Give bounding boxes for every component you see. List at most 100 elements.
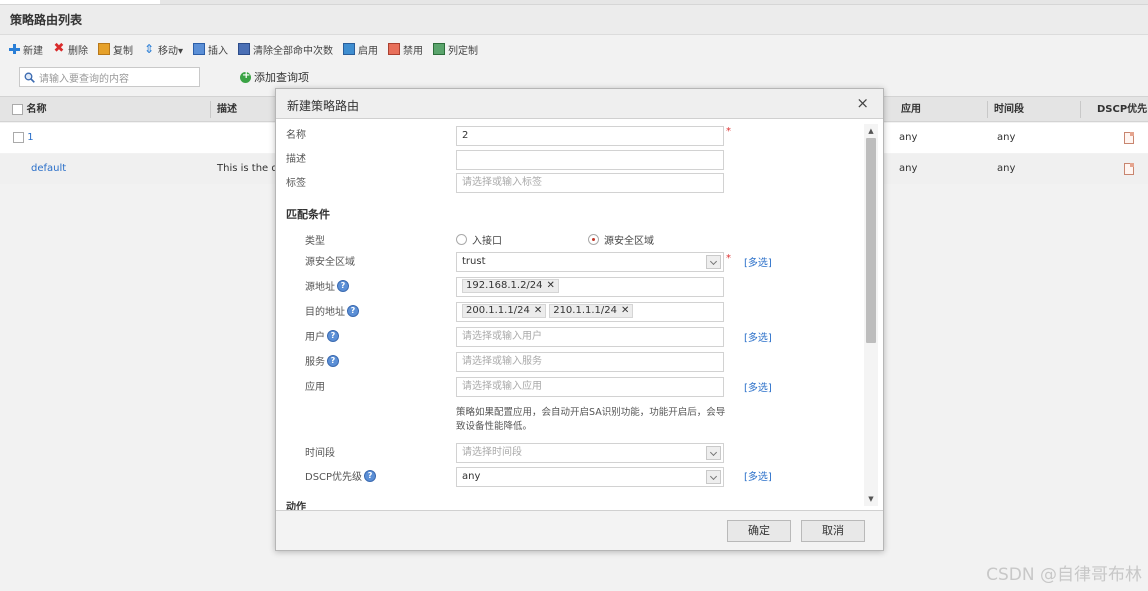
service-field[interactable]: 请选择或输入服务 [456,352,724,372]
dst-addr-label: 目的地址 [305,307,345,318]
row-checkbox-cell: 1 [13,123,34,153]
insert-button[interactable]: 插入 [193,42,228,57]
delete-button[interactable]: ✖ 删除 [53,42,88,57]
add-circle-icon [240,70,251,83]
src-zone-value: trust [462,256,486,267]
row-desc: This is the d [217,163,278,174]
search-icon [24,72,35,83]
desc-field[interactable] [456,150,724,170]
toolbar: 新建 ✖ 删除 复制 ⇕ 移动▾ 插入 清除全部命中次数 启用 禁用 列定制 [0,36,1148,62]
required-mark: * [726,126,731,137]
dscp-select[interactable]: any [456,467,724,487]
plus-icon [8,43,20,55]
search-row: 请输入要查询的内容 添加查询项 [0,64,1148,90]
new-button[interactable]: 新建 [8,42,43,57]
help-icon[interactable]: ? [327,329,339,342]
header-name[interactable]: 名称 [26,104,46,115]
column-separator[interactable] [987,101,988,118]
chevron-down-icon[interactable] [706,470,721,484]
copy-button[interactable]: 复制 [98,42,133,57]
dst-addr-field[interactable]: 200.1.1.1/24 ✕ 210.1.1.1/24 ✕ [456,302,724,322]
src-zone-select[interactable]: trust [456,252,724,272]
copy-label: 复制 [113,45,133,57]
columns-icon [433,43,446,55]
search-placeholder: 请输入要查询的内容 [39,73,129,85]
app-field[interactable]: 请选择或输入应用 [456,377,724,397]
row-name: default [31,154,66,184]
tag-field[interactable]: 请选择或输入标签 [456,173,724,193]
tag-text: 192.168.1.2/24 [466,280,543,291]
help-icon[interactable]: ? [364,469,377,482]
help-icon[interactable]: ? [347,304,359,317]
match-section-title: 匹配条件 [286,208,330,221]
disable-button[interactable]: 禁用 [388,42,423,57]
header-time[interactable]: 时间段 [990,97,1024,122]
time-placeholder: 请选择时间段 [462,447,522,458]
radio-label: 源安全区域 [604,236,654,247]
active-tab-indicator [0,0,160,4]
time-select[interactable]: 请选择时间段 [456,443,724,463]
multi-select-link[interactable]: [多选] [744,379,772,394]
type-radio-in-interface[interactable]: 入接口 [456,232,502,247]
document-icon[interactable] [1124,163,1134,175]
multi-select-link[interactable]: [多选] [744,468,772,483]
close-icon[interactable]: × [856,94,869,112]
dialog-title: 新建策略路由 [287,99,360,113]
app-warning-note: 策略如果配置应用，会自动开启SA识别功能，功能开启后，会导致设备性能降低。 [456,407,726,432]
address-tag: 210.1.1.1/24 ✕ [549,304,634,318]
insert-icon [193,43,206,55]
enable-label: 启用 [358,45,379,57]
scroll-thumb[interactable] [866,138,876,343]
help-icon[interactable]: ? [337,279,349,292]
ok-button[interactable]: 确定 [727,520,791,542]
search-input[interactable]: 请输入要查询的内容 [19,67,200,87]
remove-tag-icon[interactable]: ✕ [621,304,629,318]
scroll-down-icon[interactable]: ▼ [864,492,878,506]
user-field[interactable]: 请选择或输入用户 [456,327,724,347]
type-radio-src-zone[interactable]: 源安全区域 [588,232,654,247]
dst-addr-label-wrap: 目的地址? [305,303,359,318]
required-mark: * [726,253,731,264]
help-icon[interactable]: ? [327,354,339,367]
multi-select-link[interactable]: [多选] [744,254,772,269]
remove-tag-icon[interactable]: ✕ [547,279,555,293]
columns-label: 列定制 [448,45,479,57]
document-icon[interactable] [1124,132,1134,144]
dialog-body: 名称 2 * 描述 标签 请选择或输入标签 匹配条件 类型 入接口 源安全区域 … [276,120,883,510]
page-title: 策略路由列表 [0,5,1148,35]
row-time: any [997,132,1016,143]
enable-button[interactable]: 启用 [343,42,378,57]
column-separator[interactable] [1080,101,1081,118]
name-field[interactable]: 2 [456,126,724,146]
cancel-button[interactable]: 取消 [801,520,865,542]
header-dscp[interactable]: DSCP优先 [1093,97,1147,122]
move-button[interactable]: ⇕ 移动▾ [143,42,183,57]
chevron-down-icon[interactable] [706,446,721,460]
dialog-header: 新建策略路由 × [276,89,883,119]
clear-hits-label: 清除全部命中次数 [253,45,334,57]
row-name[interactable]: 1 [27,132,33,143]
row-dscp-cell [1124,154,1134,184]
row-app: any [899,132,918,143]
src-addr-field[interactable]: 192.168.1.2/24 ✕ [456,277,724,297]
columns-button[interactable]: 列定制 [433,42,478,57]
remove-tag-icon[interactable]: ✕ [534,304,542,318]
header-desc[interactable]: 描述 [213,97,237,122]
radio-button [456,234,467,245]
clear-hits-button[interactable]: 清除全部命中次数 [238,42,333,57]
move-arrows-icon: ⇕ [143,42,155,56]
new-policy-route-dialog: 新建策略路由 × 名称 2 * 描述 标签 请选择或输入标签 匹配条件 类型 入… [275,88,884,551]
multi-select-link[interactable]: [多选] [744,329,772,344]
clear-hits-icon [238,43,251,55]
desc-label: 描述 [286,154,306,165]
dscp-label: DSCP优先级 [305,472,363,483]
dialog-scrollbar[interactable]: ▲ ▼ [864,124,878,506]
column-separator[interactable] [210,101,211,118]
select-all-checkbox[interactable] [12,103,23,115]
row-checkbox[interactable] [13,131,24,143]
row-name-link[interactable]: default [31,163,66,174]
chevron-down-icon[interactable] [706,255,721,269]
header-app[interactable]: 应用 [897,97,921,122]
scroll-up-icon[interactable]: ▲ [864,124,878,138]
add-query-button[interactable]: 添加查询项 [240,69,309,85]
